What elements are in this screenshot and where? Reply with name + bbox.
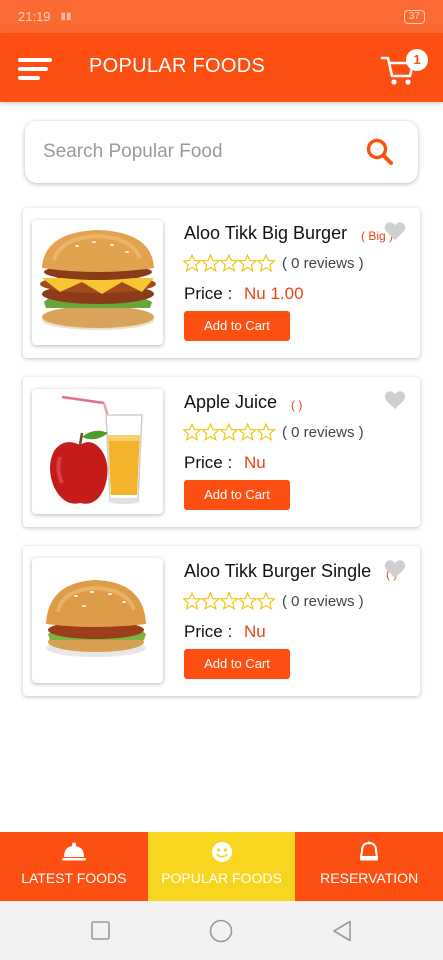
home-icon[interactable] <box>209 919 233 943</box>
add-to-cart-button[interactable]: Add to Cart <box>184 311 290 341</box>
food-card[interactable]: Apple Juice ( ) ( 0 reviews ) Price : Nu… <box>23 377 420 527</box>
price-label: Price : <box>184 453 233 472</box>
food-image-apple-juice <box>32 389 163 514</box>
review-count: ( 0 reviews ) <box>282 424 364 441</box>
add-to-cart-button[interactable]: Add to Cart <box>184 480 290 510</box>
smiley-icon <box>211 842 232 862</box>
rating-stars <box>183 423 276 441</box>
food-variant: ( ) <box>291 398 303 412</box>
food-name: Aloo Tikk Big Burger <box>184 223 348 243</box>
food-name: Apple Juice <box>184 392 278 412</box>
review-count: ( 0 reviews ) <box>282 593 364 610</box>
food-card[interactable]: Aloo Tikk Big Burger ( Big ) ( 0 reviews… <box>23 208 420 358</box>
status-bar: 21:19 ▮▮ 37 <box>0 0 443 33</box>
menu-icon[interactable] <box>18 58 54 80</box>
battery-icon: 37 <box>403 9 425 24</box>
rating-stars <box>183 592 276 610</box>
bell-icon <box>359 841 379 861</box>
search-bar <box>25 121 418 183</box>
cloche-icon <box>61 842 86 861</box>
cart-count-badge: 1 <box>406 49 428 71</box>
heart-icon[interactable] <box>384 390 406 410</box>
heart-icon[interactable] <box>384 221 406 241</box>
search-icon[interactable] <box>365 137 395 167</box>
tab-label: LATEST FOODS <box>21 870 127 886</box>
price-label: Price : <box>184 622 233 641</box>
bottom-nav: LATEST FOODS POPULAR FOODS RESERVATION <box>0 832 443 901</box>
system-nav-bar <box>0 901 443 960</box>
back-icon[interactable] <box>332 920 352 942</box>
tab-popular-foods[interactable]: POPULAR FOODS <box>147 832 296 901</box>
food-image-burger-single <box>32 558 163 683</box>
heart-icon[interactable] <box>384 559 406 579</box>
add-to-cart-button[interactable]: Add to Cart <box>184 649 290 679</box>
page-title: POPULAR FOODS <box>89 55 266 77</box>
price-label: Price : <box>184 284 233 303</box>
price-value: Nu 1.00 <box>244 284 304 303</box>
signal-icon: ▮▮ <box>60 11 72 22</box>
status-time: 21:19 <box>18 9 51 24</box>
tab-label: RESERVATION <box>320 870 419 886</box>
price-value: Nu <box>244 622 266 641</box>
rating-stars <box>183 254 276 272</box>
price-value: Nu <box>244 453 266 472</box>
food-name: Aloo Tikk Burger Single <box>184 561 372 581</box>
search-input[interactable] <box>43 135 363 169</box>
review-count: ( 0 reviews ) <box>282 255 364 272</box>
food-image-burger <box>32 220 163 345</box>
tab-label: POPULAR FOODS <box>161 870 282 886</box>
recent-apps-icon[interactable] <box>91 921 110 940</box>
food-card[interactable]: Aloo Tikk Burger Single ( ) ( 0 reviews … <box>23 546 420 696</box>
tab-latest-foods[interactable]: LATEST FOODS <box>0 832 148 901</box>
app-bar: POPULAR FOODS <box>0 33 443 102</box>
tab-reservation[interactable]: RESERVATION <box>295 832 443 901</box>
